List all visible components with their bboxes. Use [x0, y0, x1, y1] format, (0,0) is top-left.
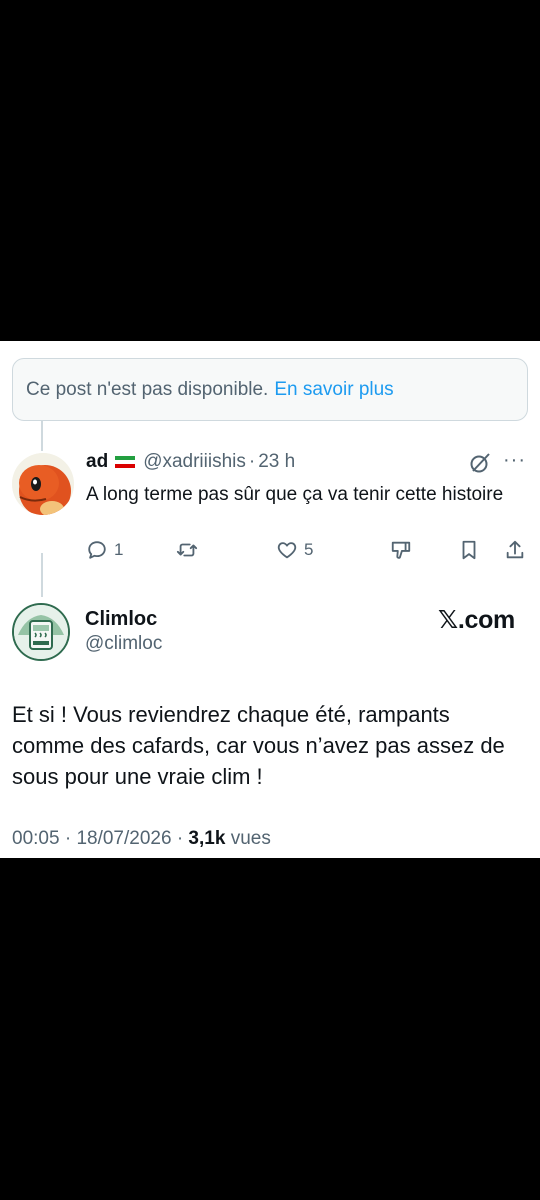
views-label: vues: [230, 828, 271, 849]
bookmark-button[interactable]: [458, 539, 480, 561]
reply-action-bar: 1 5: [86, 539, 526, 567]
thread-line: [41, 421, 43, 451]
share-button[interactable]: [504, 539, 526, 561]
like-count: 5: [304, 540, 314, 559]
avatar[interactable]: [12, 453, 74, 515]
thread-line: [41, 553, 43, 597]
x-com-watermark: 𝕏.com: [438, 606, 515, 634]
learn-more-link[interactable]: En savoir plus: [274, 379, 393, 401]
retweet-icon: [176, 543, 198, 557]
separator: ·: [64, 828, 72, 849]
iran-flag-icon: [115, 455, 136, 469]
post-time[interactable]: 00:05: [12, 828, 60, 849]
like-button[interactable]: 5: [276, 539, 313, 561]
separator: ·: [176, 828, 184, 849]
reply-icon: [88, 541, 106, 559]
reply-count: 1: [114, 540, 124, 559]
view-count: 3,1k: [188, 828, 226, 849]
post-meta: 00:05 · 18/07/2026 · 3,1k vues: [12, 828, 271, 850]
post-author-name[interactable]: Climloc: [85, 608, 157, 631]
more-options-icon[interactable]: ···: [503, 449, 526, 472]
grok-icon[interactable]: [468, 451, 492, 475]
separator: ·: [248, 451, 256, 472]
reply-button[interactable]: 1: [86, 539, 123, 561]
post-text: Et si ! Vous reviendrez chaque été, ramp…: [12, 702, 505, 789]
heart-icon: [277, 542, 297, 559]
charmander-avatar-icon: [12, 453, 74, 515]
reply-text: A long terme pas sûr que ça va tenir cet…: [86, 484, 504, 505]
reply-handle[interactable]: @xadriiishis: [143, 451, 246, 473]
post-date[interactable]: 18/07/2026: [76, 828, 171, 849]
air-conditioner-logo-icon: [14, 605, 68, 659]
reply-author-name[interactable]: ad: [86, 451, 108, 473]
unavailable-message: Ce post n'est pas disponible.: [26, 378, 269, 400]
reply-header: ad @xadriiishis · 23 h: [86, 451, 295, 473]
post-card: Ce post n'est pas disponible. En savoir …: [0, 341, 540, 858]
post-handle[interactable]: @climloc: [85, 633, 162, 655]
dislike-button[interactable]: [390, 539, 412, 561]
unavailable-notice: Ce post n'est pas disponible. En savoir …: [12, 358, 528, 421]
reply-time[interactable]: 23 h: [258, 451, 295, 473]
bookmark-icon: [462, 540, 476, 560]
avatar[interactable]: [12, 603, 70, 661]
thumbs-down-icon: [391, 541, 411, 559]
share-icon: [506, 540, 524, 559]
retweet-button[interactable]: [176, 539, 204, 561]
